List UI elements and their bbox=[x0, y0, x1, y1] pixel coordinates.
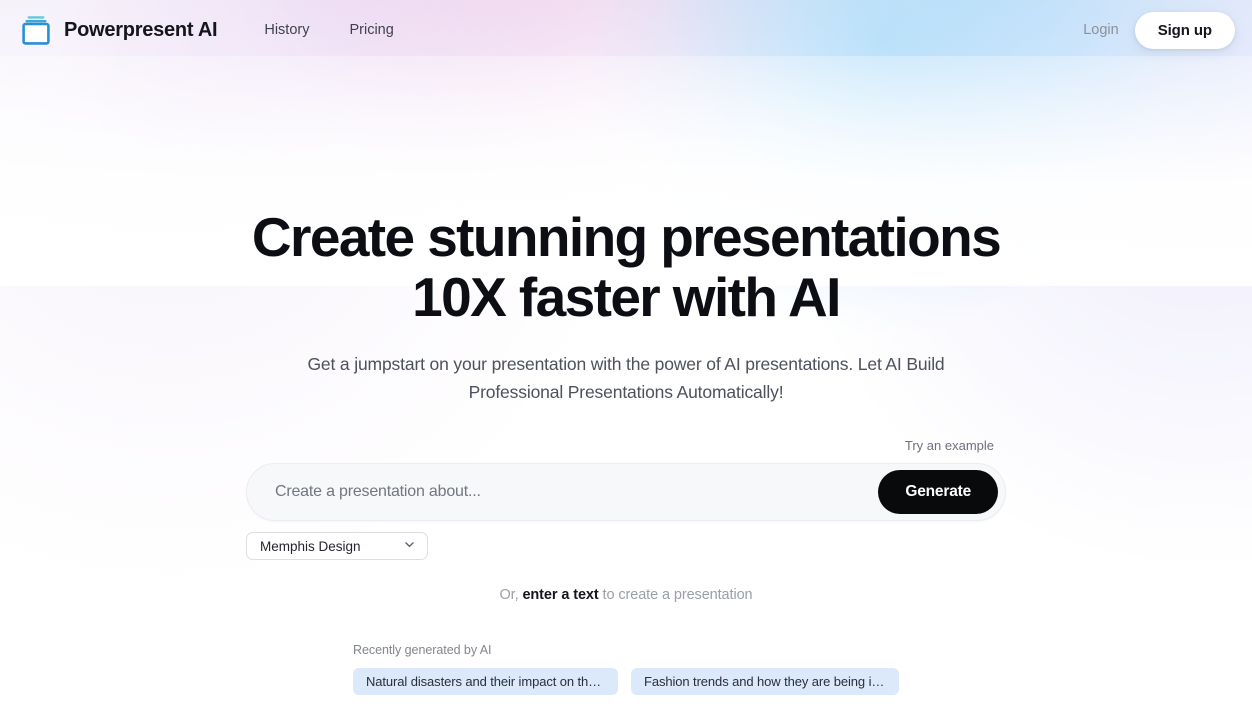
try-an-example-link[interactable]: Try an example bbox=[905, 438, 994, 453]
primary-nav: History Pricing bbox=[255, 16, 402, 44]
recently-generated-section: Recently generated by AI Natural disaste… bbox=[353, 643, 899, 695]
or-prefix: Or, bbox=[499, 587, 523, 603]
nav-link-pricing[interactable]: Pricing bbox=[340, 16, 402, 44]
prompt-panel: Try an example Generate Memphis Design O… bbox=[246, 437, 1006, 603]
recently-generated-title: Recently generated by AI bbox=[353, 643, 492, 657]
enter-a-text-line: Or, enter a text to create a presentatio… bbox=[246, 587, 1006, 603]
subtitle-line-1: Get a jumpstart on your presentation wit… bbox=[307, 354, 945, 374]
signup-button[interactable]: Sign up bbox=[1134, 11, 1235, 49]
header-actions: Login Sign up bbox=[1083, 11, 1235, 49]
brand-logo[interactable]: Powerpresent AI bbox=[19, 13, 218, 47]
page-title: Create stunning presentations 10X faster… bbox=[0, 207, 1252, 327]
recent-chip[interactable]: Natural disasters and their impact on th… bbox=[353, 668, 618, 695]
stacked-slides-icon bbox=[19, 13, 53, 47]
generate-button[interactable]: Generate bbox=[878, 470, 998, 514]
or-suffix: to create a presentation bbox=[598, 587, 753, 603]
presentation-style-value: Memphis Design bbox=[260, 538, 361, 554]
site-header: Powerpresent AI History Pricing Login Si… bbox=[0, 0, 1252, 60]
hero-section: Create stunning presentations 10X faster… bbox=[0, 0, 1252, 695]
recently-generated-chips: Natural disasters and their impact on th… bbox=[353, 668, 899, 695]
chevron-down-icon bbox=[403, 538, 416, 554]
page-subtitle: Get a jumpstart on your presentation wit… bbox=[0, 350, 1252, 406]
presentation-style-select[interactable]: Memphis Design bbox=[246, 532, 428, 560]
style-row: Memphis Design bbox=[246, 532, 1006, 560]
nav-link-history[interactable]: History bbox=[255, 16, 318, 44]
login-link[interactable]: Login bbox=[1083, 22, 1118, 38]
headline-line-1: Create stunning presentations bbox=[251, 206, 1002, 268]
headline-line-2: 10X faster with AI bbox=[412, 266, 841, 328]
prompt-search-bar[interactable]: Generate bbox=[246, 463, 1006, 521]
recent-chip[interactable]: Fashion trends and how they are being in… bbox=[631, 668, 899, 695]
try-example-row: Try an example bbox=[246, 437, 1006, 455]
subtitle-line-2: Professional Presentations Automatically… bbox=[468, 382, 784, 402]
brand-name: Powerpresent AI bbox=[64, 18, 218, 41]
enter-a-text-link[interactable]: enter a text bbox=[522, 587, 598, 603]
prompt-input[interactable] bbox=[275, 464, 879, 520]
